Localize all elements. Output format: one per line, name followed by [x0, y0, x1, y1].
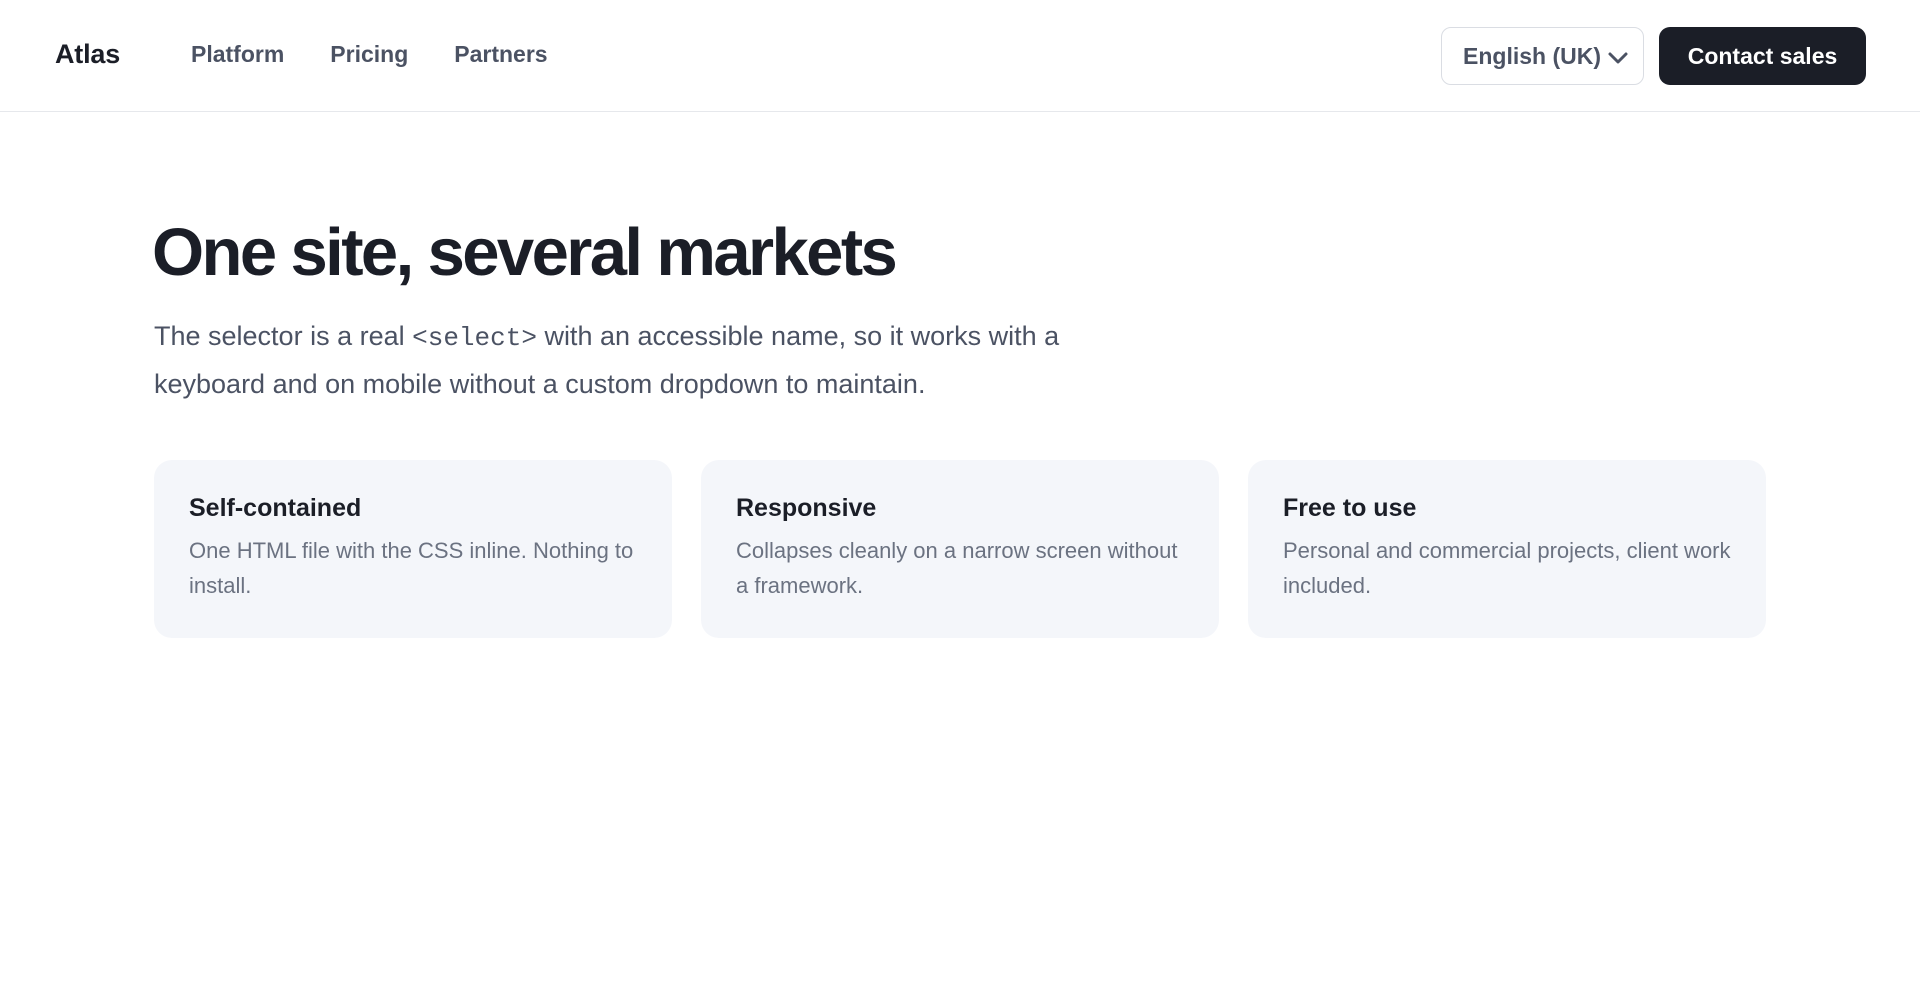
- nav-link-platform[interactable]: Platform: [191, 41, 284, 68]
- contact-sales-button[interactable]: Contact sales: [1659, 27, 1866, 85]
- nav-link-pricing[interactable]: Pricing: [330, 41, 408, 68]
- brand-logo[interactable]: Atlas: [55, 39, 120, 70]
- hero-description: The selector is a real <select> with an …: [154, 313, 1104, 407]
- nav-link-partners[interactable]: Partners: [454, 41, 547, 68]
- feature-card-text: One HTML file with the CSS inline. Nothi…: [189, 538, 634, 598]
- feature-card-self-contained: Self-contained One HTML file with the CS…: [154, 460, 672, 638]
- feature-card-text: Collapses cleanly on a narrow screen wit…: [736, 538, 1178, 598]
- feature-card-title: Self-contained: [189, 494, 362, 522]
- hero-description-lead: The selector is a real: [154, 321, 413, 351]
- feature-card-free-to-use: Free to use Personal and commercial proj…: [1248, 460, 1766, 638]
- language-select[interactable]: English (UK): [1441, 27, 1644, 85]
- feature-card-text: Personal and commercial projects, client…: [1283, 538, 1731, 598]
- site-header: Atlas Platform Pricing Partners English …: [0, 0, 1920, 112]
- main-nav: Platform Pricing Partners: [191, 41, 548, 68]
- feature-card-title: Free to use: [1283, 494, 1417, 522]
- feature-card-responsive: Responsive Collapses cleanly on a narrow…: [701, 460, 1219, 638]
- inline-code: <select>: [412, 323, 537, 353]
- page-title: One site, several markets: [152, 215, 898, 290]
- chevron-down-icon: [1608, 52, 1628, 64]
- feature-card-title: Responsive: [736, 494, 877, 522]
- language-select-value: English (UK): [1463, 42, 1601, 69]
